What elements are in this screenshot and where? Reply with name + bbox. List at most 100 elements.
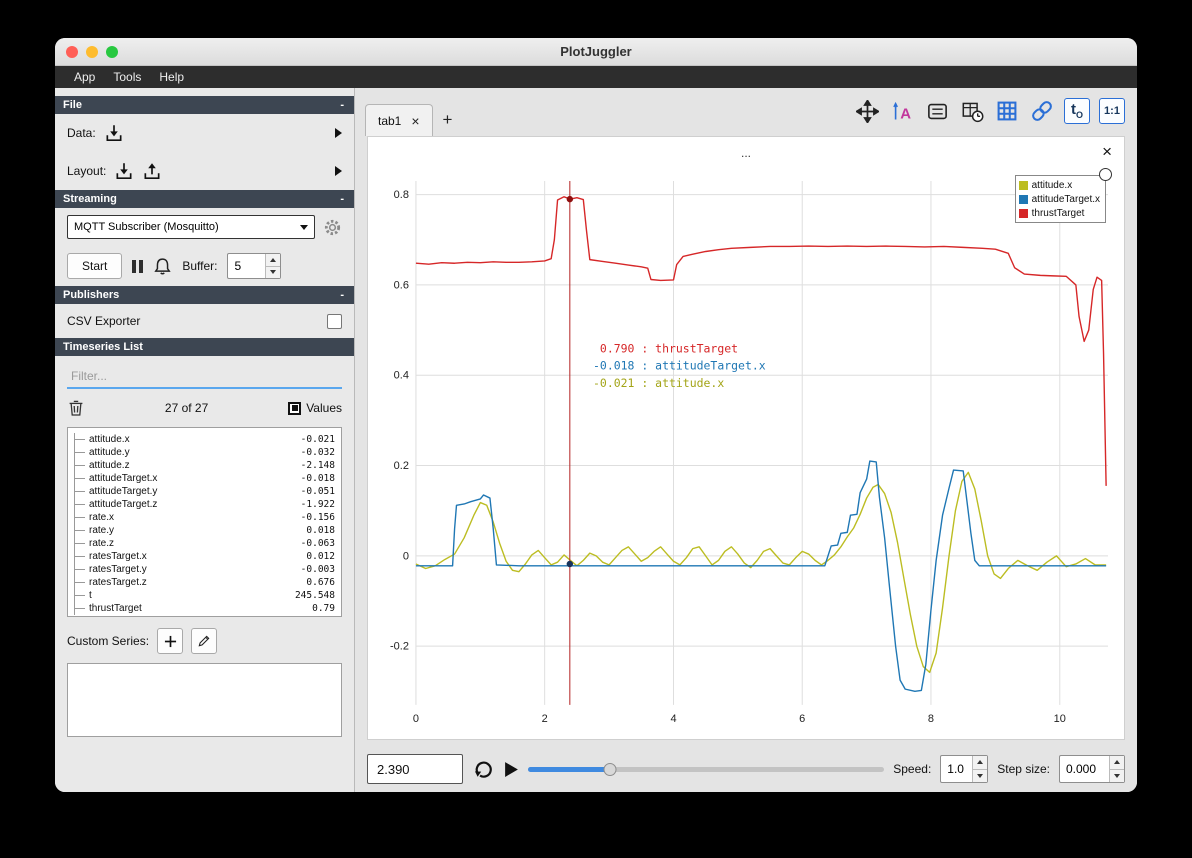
timeseries-item[interactable]: attitudeTarget.x -0.018 bbox=[74, 472, 335, 485]
legend-entry[interactable]: thrustTarget bbox=[1018, 206, 1100, 220]
ratio-button[interactable]: 1:1 bbox=[1099, 98, 1125, 124]
timeseries-item[interactable]: ratesTarget.x 0.012 bbox=[74, 550, 335, 563]
edit-custom-series-button[interactable] bbox=[191, 628, 218, 654]
timeseries-value: -0.018 bbox=[300, 473, 335, 484]
playback-slider[interactable] bbox=[528, 759, 885, 779]
play-button[interactable] bbox=[504, 761, 519, 778]
timeseries-value: -0.063 bbox=[300, 538, 335, 549]
timeseries-name: rate.y bbox=[89, 525, 115, 536]
streaming-source-select[interactable]: MQTT Subscriber (Mosquitto) bbox=[67, 215, 315, 239]
load-data-icon[interactable] bbox=[104, 123, 124, 143]
gear-icon[interactable] bbox=[323, 218, 342, 237]
add-tab-button[interactable]: + bbox=[433, 110, 463, 130]
timeseries-item[interactable]: ratesTarget.z 0.676 bbox=[74, 576, 335, 589]
timeseries-item[interactable]: rate.x -0.156 bbox=[74, 511, 335, 524]
timeseries-item[interactable]: attitudeTarget.y -0.051 bbox=[74, 485, 335, 498]
step-size-spinbox[interactable]: 0.000 bbox=[1059, 755, 1125, 783]
svg-text:0.2: 0.2 bbox=[394, 460, 409, 472]
desktop-background: PlotJuggler AppToolsHelp File - Data: bbox=[0, 0, 1192, 858]
legend-entry[interactable]: attitudeTarget.x bbox=[1018, 192, 1100, 206]
time-offset-button[interactable]: tO bbox=[1064, 98, 1090, 124]
chevron-down-icon bbox=[300, 224, 308, 230]
pan-zoom-icon[interactable] bbox=[854, 98, 880, 124]
publishers-section-header[interactable]: Publishers - bbox=[55, 286, 354, 304]
timeseries-item[interactable]: t 245.548 bbox=[74, 589, 335, 602]
load-layout-icon[interactable] bbox=[114, 161, 134, 181]
close-plot-icon[interactable]: × bbox=[1102, 143, 1112, 160]
timeseries-item[interactable]: rate.z -0.063 bbox=[74, 537, 335, 550]
slider-track[interactable] bbox=[528, 767, 885, 772]
filter-input[interactable] bbox=[67, 365, 342, 389]
link-axes-icon[interactable] bbox=[1029, 98, 1055, 124]
timeseries-value: 0.676 bbox=[306, 577, 335, 588]
legend-swatch bbox=[1018, 208, 1028, 218]
menubar: App Tools Help bbox=[55, 66, 1137, 88]
buffer-decrement-button[interactable] bbox=[266, 265, 281, 278]
streaming-section-title: Streaming bbox=[63, 193, 117, 205]
streaming-section-header[interactable]: Streaming - bbox=[55, 190, 354, 208]
save-layout-icon[interactable] bbox=[142, 161, 162, 181]
menu-item[interactable]: App bbox=[65, 70, 104, 84]
bell-icon[interactable] bbox=[153, 257, 172, 276]
buffer-increment-button[interactable] bbox=[266, 254, 281, 266]
loop-icon[interactable] bbox=[472, 758, 495, 781]
data-expand-arrow[interactable] bbox=[335, 128, 342, 138]
tab-tab1[interactable]: tab1 × bbox=[365, 104, 433, 136]
plot-corner-handle[interactable] bbox=[1099, 168, 1112, 181]
zoom-window-button[interactable] bbox=[106, 46, 118, 58]
timeseries-item[interactable]: rate.y 0.018 bbox=[74, 524, 335, 537]
start-streaming-button[interactable]: Start bbox=[67, 253, 123, 279]
legend-label: thrustTarget bbox=[1031, 207, 1085, 219]
csv-exporter-checkbox[interactable] bbox=[327, 313, 342, 329]
add-custom-series-button[interactable] bbox=[157, 628, 184, 654]
file-section-header[interactable]: File - bbox=[55, 96, 354, 114]
playback-time-display[interactable]: 2.390 bbox=[367, 754, 463, 784]
font-style-icon[interactable]: A bbox=[889, 98, 915, 124]
custom-series-label: Custom Series: bbox=[67, 634, 150, 648]
timeseries-value: 0.018 bbox=[306, 525, 335, 536]
tab-label: tab1 bbox=[378, 113, 402, 128]
grid-view-icon[interactable] bbox=[994, 98, 1020, 124]
minimize-window-button[interactable] bbox=[86, 46, 98, 58]
slider-handle[interactable] bbox=[603, 763, 617, 776]
collapse-icon[interactable]: - bbox=[340, 289, 344, 301]
step-decrement-button[interactable] bbox=[1110, 768, 1124, 782]
speed-increment-button[interactable] bbox=[973, 756, 988, 769]
buffer-spinbox[interactable]: 5 bbox=[227, 253, 282, 279]
collapse-icon[interactable]: - bbox=[340, 193, 344, 205]
svg-text:10: 10 bbox=[1054, 713, 1066, 725]
speed-spinbox[interactable]: 1.0 bbox=[940, 755, 989, 783]
close-window-button[interactable] bbox=[66, 46, 78, 58]
legend-entry[interactable]: attitude.x bbox=[1018, 178, 1100, 192]
legend-icon[interactable] bbox=[924, 98, 950, 124]
plot-canvas[interactable]: 0.8 0.6 0.4 0.2 0 -0.2 0 2 4 6 8 10 0.790 : thrustT… bbox=[368, 167, 1124, 739]
timeseries-item[interactable]: attitudeTarget.z -1.922 bbox=[74, 498, 335, 511]
timeseries-item[interactable]: attitude.x -0.021 bbox=[74, 433, 335, 446]
step-increment-button[interactable] bbox=[1110, 756, 1124, 769]
tree-branch-icon bbox=[74, 537, 89, 550]
collapse-icon[interactable]: - bbox=[340, 99, 344, 111]
plot-title[interactable]: ... bbox=[368, 146, 1124, 160]
values-toggle[interactable]: Values bbox=[288, 401, 342, 415]
timeseries-item[interactable]: attitude.z -2.148 bbox=[74, 459, 335, 472]
playback-bar: 2.390 Speed: 1.0 Step size: 0.000 bbox=[355, 746, 1137, 792]
layout-expand-arrow[interactable] bbox=[335, 166, 342, 176]
timeseries-item[interactable]: attitude.y -0.032 bbox=[74, 446, 335, 459]
timeseries-section-header[interactable]: Timeseries List bbox=[55, 338, 354, 356]
plot-widget: ... × attitude.x attitudeTarget.x thrust… bbox=[367, 136, 1125, 740]
close-tab-icon[interactable]: × bbox=[411, 114, 419, 128]
timeseries-item[interactable]: ratesTarget.y -0.003 bbox=[74, 563, 335, 576]
timeseries-value: 0.012 bbox=[306, 551, 335, 562]
timeseries-name: attitudeTarget.y bbox=[89, 486, 158, 497]
trash-icon[interactable] bbox=[67, 399, 85, 417]
menu-item[interactable]: Tools bbox=[104, 70, 150, 84]
tree-branch-icon bbox=[74, 459, 89, 472]
pause-icon[interactable] bbox=[132, 259, 144, 273]
menu-item[interactable]: Help bbox=[150, 70, 193, 84]
svg-text:A: A bbox=[900, 105, 911, 122]
timeseries-item[interactable]: thrustTarget 0.79 bbox=[74, 602, 335, 615]
speed-decrement-button[interactable] bbox=[973, 768, 988, 782]
buffer-clock-icon[interactable] bbox=[959, 98, 985, 124]
custom-series-list[interactable] bbox=[67, 663, 342, 737]
timeseries-name: ratesTarget.x bbox=[89, 551, 147, 562]
